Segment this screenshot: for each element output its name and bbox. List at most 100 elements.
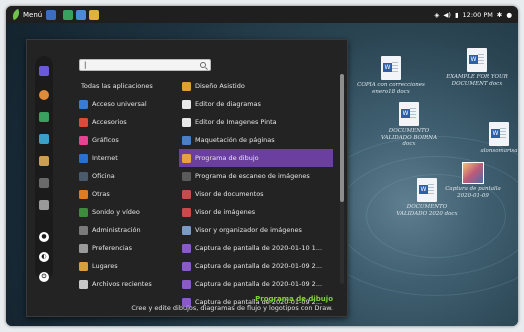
leaf-logo-icon bbox=[10, 8, 22, 21]
favorite-app-icon[interactable] bbox=[39, 178, 49, 188]
category-item[interactable]: Administración bbox=[79, 221, 177, 239]
favorite-app-icon[interactable] bbox=[39, 134, 49, 144]
desktop-icon-document[interactable]: EXAMPLE FOR YOUR DOCUMENT docx bbox=[442, 48, 512, 87]
screenshot-file-icon bbox=[182, 243, 191, 253]
app-item[interactable]: Visor de imágenes bbox=[179, 203, 333, 221]
image-file-icon bbox=[462, 162, 484, 184]
category-label: Accesorios bbox=[92, 118, 127, 126]
graphics-icon bbox=[79, 135, 88, 145]
category-label: Sonido y vídeo bbox=[92, 208, 140, 216]
app-item[interactable]: Visor y organizador de imágenes bbox=[179, 221, 333, 239]
app-item[interactable]: Visor de documentos bbox=[179, 185, 333, 203]
screenshot-file-icon bbox=[182, 279, 191, 289]
category-label: Acceso universal bbox=[92, 100, 147, 108]
desktop-icon-label: Captura de pantalla 2020-01-09 bbox=[445, 186, 501, 199]
app-label: Maquetación de páginas bbox=[195, 136, 275, 144]
category-item[interactable]: Archivos recientes bbox=[79, 275, 177, 293]
preferences-icon bbox=[79, 243, 88, 253]
app-label: Editor de diagramas bbox=[195, 100, 261, 108]
app-item[interactable]: Captura de pantalla de 2020-01-10 1... bbox=[179, 239, 333, 257]
favorite-app-icon[interactable] bbox=[39, 90, 49, 100]
app-item-selected[interactable]: Programa de dibujo bbox=[179, 149, 333, 167]
sound-video-icon bbox=[79, 207, 88, 217]
lock-icon[interactable]: ● bbox=[39, 232, 49, 242]
network-icon[interactable]: ◈ bbox=[434, 11, 439, 19]
category-label: Preferencias bbox=[92, 244, 133, 252]
app-item[interactable]: Maquetación de páginas bbox=[179, 131, 333, 149]
favorite-app-icon[interactable] bbox=[39, 156, 49, 166]
category-item[interactable]: Accesorios bbox=[79, 113, 177, 131]
word-document-icon bbox=[399, 102, 419, 126]
app-label: Captura de pantalla de 2020-01-09 2... bbox=[195, 262, 323, 270]
app-item[interactable]: Editor de diagramas bbox=[179, 95, 333, 113]
category-item[interactable]: Gráficos bbox=[79, 131, 177, 149]
places-folder-icon bbox=[79, 261, 88, 271]
recent-files-icon bbox=[79, 279, 88, 289]
system-tray: ◈ ◀) ▮ 12:00 PM ✱ ● bbox=[434, 6, 512, 23]
app-item[interactable]: Editor de Imagenes Pinta bbox=[179, 113, 333, 131]
category-item[interactable]: Acceso universal bbox=[79, 95, 177, 113]
browser-launcher-icon[interactable] bbox=[76, 9, 87, 20]
category-item[interactable]: Preferencias bbox=[79, 239, 177, 257]
diagram-editor-icon bbox=[182, 99, 191, 109]
terminal-launcher-icon[interactable] bbox=[46, 9, 57, 20]
scrollbar-thumb[interactable] bbox=[340, 74, 344, 202]
screenshot-file-icon bbox=[182, 261, 191, 271]
category-item[interactable]: Otras bbox=[79, 185, 177, 203]
favorite-app-icon[interactable] bbox=[39, 200, 49, 210]
app-item[interactable]: Captura de pantalla de 2020-01-09 2... bbox=[179, 275, 333, 293]
administration-icon bbox=[79, 225, 88, 235]
category-list: Todas las aplicaciones Acceso universal … bbox=[79, 77, 177, 293]
search-icon bbox=[200, 62, 206, 68]
favorite-app-icon[interactable] bbox=[39, 112, 49, 122]
files-launcher-icon[interactable] bbox=[89, 9, 100, 20]
category-item[interactable]: Oficina bbox=[79, 167, 177, 185]
search-input-value: | bbox=[84, 61, 87, 69]
favorite-app-icon[interactable] bbox=[39, 66, 49, 76]
battery-icon[interactable]: ▮ bbox=[455, 11, 459, 19]
category-label: Gráficos bbox=[92, 136, 119, 144]
app-label: Diseño Asistido bbox=[195, 82, 245, 90]
top-panel: Menú ◈ ◀) ▮ 12:00 PM ✱ ● bbox=[6, 6, 518, 23]
app-label: Programa de escaneo de imágenes bbox=[195, 172, 310, 180]
app-label: Visor de imágenes bbox=[195, 208, 256, 216]
category-all-apps[interactable]: Todas las aplicaciones bbox=[79, 77, 177, 95]
category-item[interactable]: Lugares bbox=[79, 257, 177, 275]
app-label: Programa de dibujo bbox=[195, 154, 259, 162]
application-list: Diseño Asistido Editor de diagramas Edit… bbox=[179, 77, 333, 311]
settings-icon[interactable]: ✱ bbox=[497, 11, 502, 19]
desktop-icon-document[interactable]: COPIA con correcciones enero18 docx bbox=[356, 56, 426, 95]
scanner-icon bbox=[182, 171, 191, 181]
app-item[interactable]: Diseño Asistido bbox=[179, 77, 333, 95]
favorites-sidebar: ● ◐ ⏻ bbox=[35, 56, 53, 282]
menu-label: Menú bbox=[23, 10, 43, 19]
app-label: Visor y organizador de imágenes bbox=[195, 226, 302, 234]
desktop-icon-document[interactable]: DOCUMENTO VALIDADO BOIRNA docx bbox=[374, 102, 444, 148]
category-label: Administración bbox=[92, 226, 141, 234]
desktop-icon-document[interactable]: alonsomarisa bbox=[464, 122, 518, 155]
category-item[interactable]: Internet bbox=[79, 149, 177, 167]
word-document-icon bbox=[467, 48, 487, 72]
search-input[interactable]: | bbox=[79, 59, 211, 71]
clock[interactable]: 12:00 PM bbox=[463, 11, 493, 19]
accessories-icon bbox=[79, 117, 88, 127]
logout-icon[interactable]: ◐ bbox=[39, 252, 49, 262]
pinta-icon bbox=[182, 117, 191, 127]
desktop-icon-label: COPIA con correcciones enero18 docx bbox=[357, 82, 425, 95]
internet-icon bbox=[79, 153, 88, 163]
desktop-icon-image[interactable]: Captura de pantalla 2020-01-09 bbox=[438, 162, 508, 199]
app-list-scrollbar[interactable] bbox=[340, 74, 344, 284]
accessibility-icon bbox=[79, 99, 88, 109]
menu-button[interactable]: Menú bbox=[10, 8, 43, 21]
volume-icon[interactable]: ◀) bbox=[443, 11, 451, 19]
app-item[interactable]: Programa de escaneo de imágenes bbox=[179, 167, 333, 185]
category-item[interactable]: Sonido y vídeo bbox=[79, 203, 177, 221]
power-icon[interactable]: ⏻ bbox=[39, 272, 49, 282]
application-menu: ● ◐ ⏻ | Todas las aplicaciones Acceso un… bbox=[26, 39, 348, 317]
document-viewer-icon bbox=[182, 189, 191, 199]
spreadsheet-launcher-icon[interactable] bbox=[63, 9, 74, 20]
user-icon[interactable]: ● bbox=[506, 11, 512, 19]
app-item[interactable]: Captura de pantalla de 2020-01-09 2... bbox=[179, 257, 333, 275]
word-document-icon bbox=[489, 122, 509, 146]
desktop-icon-label: alonsomarisa bbox=[480, 148, 518, 154]
